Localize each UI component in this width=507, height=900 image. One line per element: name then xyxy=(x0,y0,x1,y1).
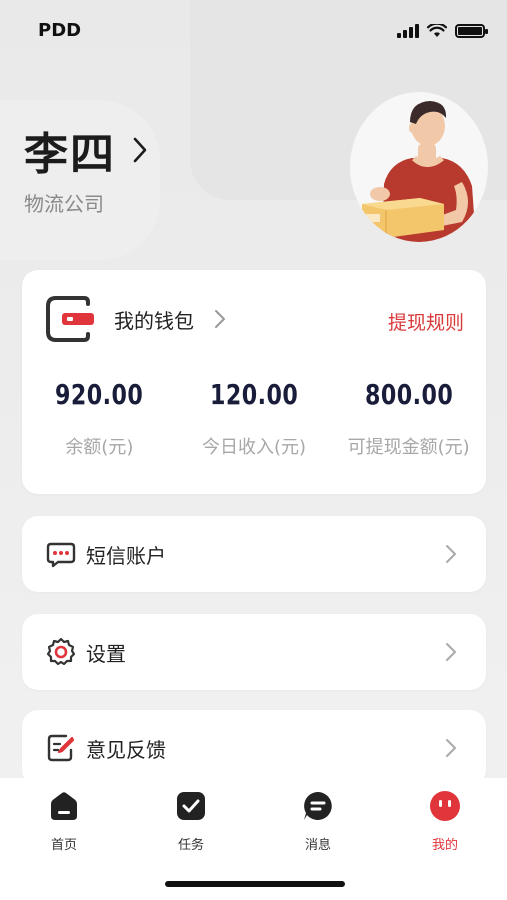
sms-icon xyxy=(46,542,76,568)
tab-label: 我的 xyxy=(431,838,458,853)
menu-label: 设置 xyxy=(86,642,126,666)
chevron-right-icon xyxy=(215,310,225,328)
tab-tasks[interactable]: 任务 xyxy=(151,790,231,853)
menu-item-settings[interactable]: 设置 xyxy=(22,614,486,690)
wallet-card: 我的钱包 提现规则 920.00 余额(元) 120.00 今日收入(元) 80… xyxy=(22,270,486,494)
home-indicator[interactable] xyxy=(165,881,345,887)
wallet-stats: 920.00 余额(元) 120.00 今日收入(元) 800.00 可提现金额… xyxy=(22,378,486,459)
avatar-illustration xyxy=(362,101,476,242)
tab-label: 任务 xyxy=(177,838,204,853)
stat-value: 120.00 xyxy=(209,378,299,411)
message-icon xyxy=(304,792,332,820)
menu-label: 短信账户 xyxy=(86,544,166,568)
stat-value: 920.00 xyxy=(55,378,144,411)
tab-messages[interactable]: 消息 xyxy=(278,790,358,853)
profile-name-link[interactable]: 李四 xyxy=(24,118,148,182)
signal-icon xyxy=(397,24,419,38)
profile-icon xyxy=(430,791,460,821)
chevron-right-icon xyxy=(446,643,456,661)
chevron-right-icon xyxy=(446,739,456,757)
status-icons xyxy=(397,24,488,38)
stat-label: 今日收入(元) xyxy=(201,437,307,458)
battery-icon xyxy=(455,24,488,38)
avatar[interactable] xyxy=(350,92,488,242)
tab-label: 首页 xyxy=(50,838,77,853)
stat-balance: 920.00 余额(元) xyxy=(22,378,177,459)
stat-label: 余额(元) xyxy=(65,437,134,458)
company-name: 物流公司 xyxy=(24,192,104,216)
task-icon xyxy=(177,792,205,820)
tab-mine[interactable]: 我的 xyxy=(405,790,485,853)
menu-label: 意见反馈 xyxy=(86,738,166,762)
stat-withdrawable: 800.00 可提现金额(元) xyxy=(331,378,486,459)
wallet-icon xyxy=(46,296,94,342)
menu-item-feedback[interactable]: 意见反馈 xyxy=(22,710,486,786)
menu-item-sms-account[interactable]: 短信账户 xyxy=(22,516,486,592)
wallet-title: 我的钱包 xyxy=(114,308,194,333)
gear-icon xyxy=(46,637,76,666)
tab-home[interactable]: 首页 xyxy=(24,790,104,853)
status-bar: PDD xyxy=(0,0,507,60)
withdraw-rules-link[interactable]: 提现规则 xyxy=(388,308,464,335)
stat-today-income: 120.00 今日收入(元) xyxy=(177,378,332,459)
wifi-icon xyxy=(427,24,447,37)
carrier-label: PDD xyxy=(38,20,82,41)
stat-label: 可提现金额(元) xyxy=(347,437,470,458)
wallet-header-link[interactable]: 我的钱包 xyxy=(46,296,226,342)
chevron-right-icon xyxy=(446,545,456,563)
chevron-right-icon xyxy=(133,137,147,163)
home-icon xyxy=(51,792,77,820)
feedback-icon xyxy=(47,734,75,762)
user-name: 李四 xyxy=(24,129,116,180)
stat-value: 800.00 xyxy=(364,378,453,411)
tab-label: 消息 xyxy=(304,838,331,853)
